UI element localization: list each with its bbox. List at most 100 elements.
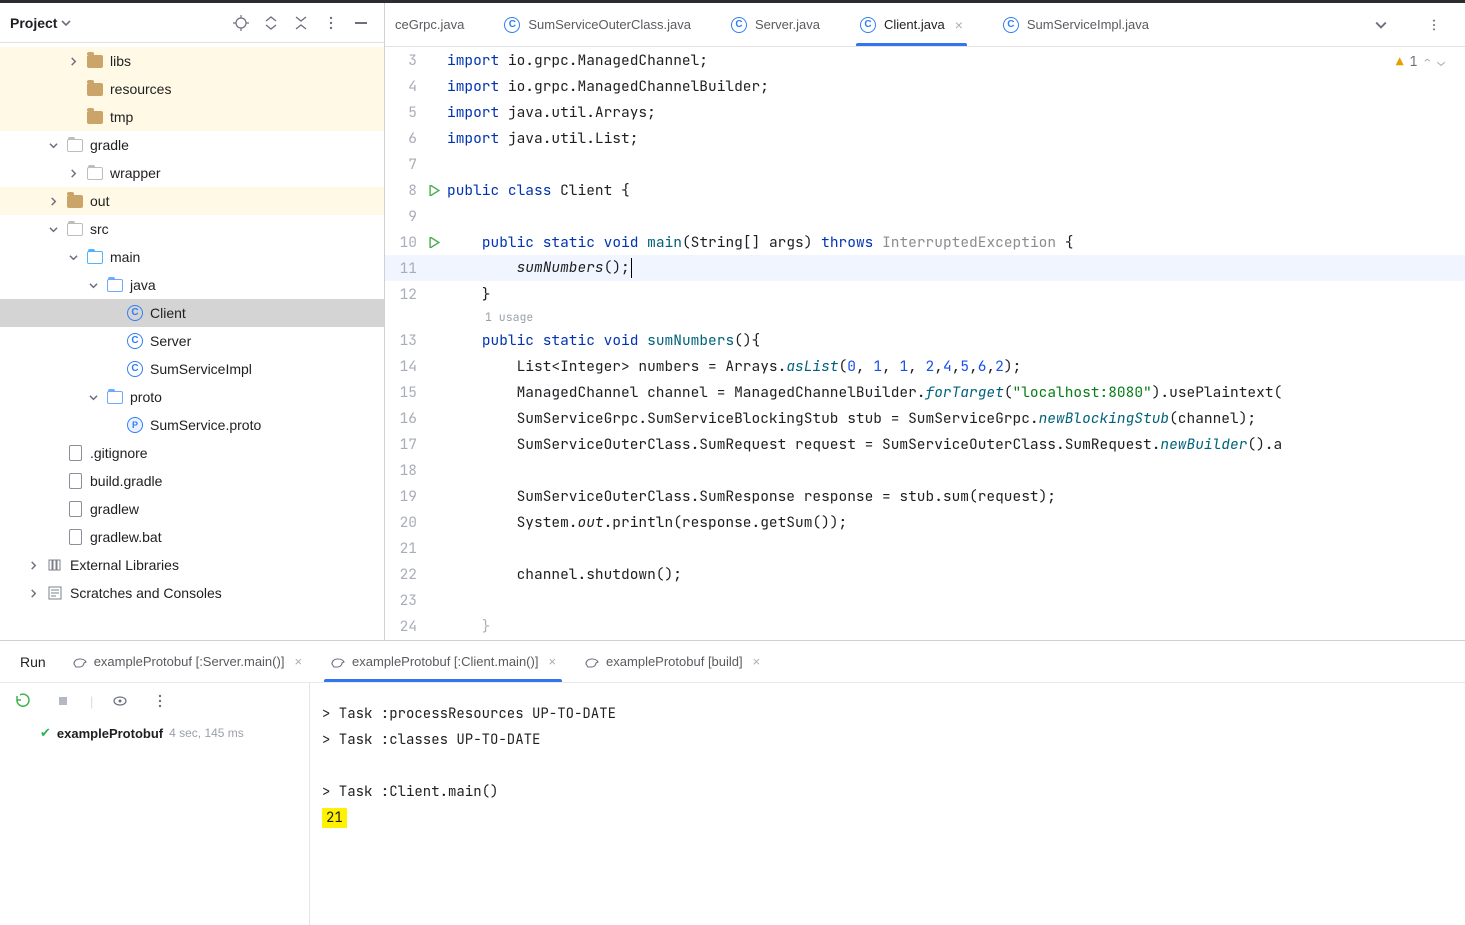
code-line[interactable]: 24 }: [385, 613, 1465, 639]
tree-chevron-icon[interactable]: [66, 253, 80, 262]
expand-all-icon[interactable]: [258, 10, 284, 36]
locate-icon[interactable]: [228, 10, 254, 36]
code-line[interactable]: 23: [385, 587, 1465, 613]
tree-node-label: src: [90, 221, 109, 237]
tree-node-icon: [86, 251, 104, 264]
run-status: ✔ exampleProtobuf 4 sec, 145 ms: [0, 719, 309, 741]
code-line[interactable]: 5import java.util.Arrays;: [385, 99, 1465, 125]
tree-row[interactable]: CSumServiceImpl: [0, 355, 384, 383]
code-text: import io.grpc.ManagedChannel;: [445, 51, 708, 70]
editor-tab[interactable]: CClient.java×: [840, 3, 983, 46]
line-number: 10: [385, 233, 423, 252]
stop-icon[interactable]: [50, 688, 76, 714]
collapse-all-icon[interactable]: [288, 10, 314, 36]
close-icon[interactable]: ×: [955, 17, 963, 33]
editor-tab[interactable]: ceGrpc.java: [389, 3, 484, 46]
show-icon[interactable]: [107, 688, 133, 714]
run-output[interactable]: > Task :processResources UP-TO-DATE > Ta…: [310, 683, 1465, 925]
code-line[interactable]: 15 ManagedChannel channel = ManagedChann…: [385, 379, 1465, 405]
line-number: 17: [385, 435, 423, 454]
code-line[interactable]: 14 List<Integer> numbers = Arrays.asList…: [385, 353, 1465, 379]
code-line[interactable]: 16 SumServiceGrpc.SumServiceBlockingStub…: [385, 405, 1465, 431]
code-line[interactable]: 22 channel.shutdown();: [385, 561, 1465, 587]
tree-row[interactable]: PSumService.proto: [0, 411, 384, 439]
tree-node-label: proto: [130, 389, 162, 405]
code-line[interactable]: 10 public static void main(String[] args…: [385, 229, 1465, 255]
project-pane-title[interactable]: Project: [10, 15, 71, 31]
tree-chevron-icon[interactable]: [46, 141, 60, 150]
code-line[interactable]: 3import io.grpc.ManagedChannel;: [385, 47, 1465, 73]
tree-node-icon: C: [126, 305, 144, 321]
run-tab[interactable]: exampleProtobuf [:Server.main()]×: [58, 641, 316, 682]
hide-panel-icon[interactable]: [348, 10, 374, 36]
run-tab[interactable]: exampleProtobuf [:Client.main()]×: [316, 641, 570, 682]
tree-row[interactable]: tmp: [0, 103, 384, 131]
tree-row[interactable]: libs: [0, 47, 384, 75]
code-line[interactable]: 19 SumServiceOuterClass.SumResponse resp…: [385, 483, 1465, 509]
close-icon[interactable]: ×: [548, 654, 556, 669]
code-line[interactable]: 7: [385, 151, 1465, 177]
tree-chevron-icon[interactable]: [46, 197, 60, 206]
tree-node-label: resources: [110, 81, 171, 97]
gutter-run-icon[interactable]: [423, 185, 445, 196]
code-text: import java.util.Arrays;: [445, 103, 656, 122]
tree-row[interactable]: out: [0, 187, 384, 215]
tree-node-icon: C: [126, 361, 144, 377]
project-tree[interactable]: libs resources tmpgradlewrapperout src mainj…: [0, 43, 384, 640]
code-line[interactable]: 18: [385, 457, 1465, 483]
tree-row[interactable]: main: [0, 243, 384, 271]
tree-row[interactable]: gradle: [0, 131, 384, 159]
tabs-overflow[interactable]: [1355, 3, 1407, 46]
tree-row[interactable]: proto: [0, 383, 384, 411]
line-number: 9: [385, 207, 423, 226]
tree-chevron-icon[interactable]: [26, 561, 40, 570]
tree-row[interactable]: CServer: [0, 327, 384, 355]
tree-row[interactable]: java: [0, 271, 384, 299]
problems-badge[interactable]: ▲ 1 ⌃ ⌄: [1396, 53, 1445, 70]
tree-row[interactable]: CClient: [0, 299, 384, 327]
tree-chevron-icon[interactable]: [66, 169, 80, 178]
tree-row[interactable]: .gitignore: [0, 439, 384, 467]
code-line[interactable]: 21: [385, 535, 1465, 561]
gutter-run-icon[interactable]: [423, 237, 445, 248]
code-line[interactable]: 12 }: [385, 281, 1465, 307]
tree-row[interactable]: build.gradle: [0, 467, 384, 495]
close-icon[interactable]: ×: [753, 654, 761, 669]
tree-row[interactable]: gradlew.bat: [0, 523, 384, 551]
editor-tab[interactable]: CServer.java: [711, 3, 840, 46]
tree-chevron-icon[interactable]: [86, 281, 100, 290]
code-line[interactable]: 13 public static void sumNumbers(){: [385, 327, 1465, 353]
code-line[interactable]: 17 SumServiceOuterClass.SumRequest reque…: [385, 431, 1465, 457]
rerun-icon[interactable]: [10, 688, 36, 714]
tree-row[interactable]: Scratches and Consoles: [0, 579, 384, 607]
editor-tab[interactable]: CSumServiceImpl.java: [983, 3, 1169, 46]
editor-tab[interactable]: CSumServiceOuterClass.java: [484, 3, 711, 46]
run-tab-label: exampleProtobuf [build]: [606, 654, 743, 669]
tree-chevron-icon[interactable]: [66, 57, 80, 66]
close-icon[interactable]: ×: [294, 654, 302, 669]
tree-chevron-icon[interactable]: [86, 393, 100, 402]
tree-row[interactable]: src: [0, 215, 384, 243]
run-tab[interactable]: exampleProtobuf [build] ×: [570, 641, 774, 682]
code-line[interactable]: 8public class Client {: [385, 177, 1465, 203]
tabs-more[interactable]: [1407, 3, 1461, 46]
more-run-icon[interactable]: [147, 688, 173, 714]
tree-chevron-icon[interactable]: [26, 589, 40, 598]
code-line[interactable]: 11 sumNumbers();: [385, 255, 1465, 281]
tree-chevron-icon[interactable]: [46, 225, 60, 234]
code-line[interactable]: 4import io.grpc.ManagedChannelBuilder;: [385, 73, 1465, 99]
class-icon: C: [504, 17, 520, 33]
code-text: sumNumbers();: [445, 258, 632, 278]
tree-row[interactable]: resources: [0, 75, 384, 103]
gradle-icon: [72, 654, 88, 670]
more-icon[interactable]: [318, 10, 344, 36]
code-line[interactable]: 9: [385, 203, 1465, 229]
tree-row[interactable]: External Libraries: [0, 551, 384, 579]
editor[interactable]: ▲ 1 ⌃ ⌄ 3import io.grpc.ManagedChannel;4…: [385, 47, 1465, 640]
tree-row[interactable]: wrapper: [0, 159, 384, 187]
tree-node-icon: [86, 111, 104, 124]
code-text: SumServiceOuterClass.SumResponse respons…: [445, 487, 1056, 506]
tree-row[interactable]: gradlew: [0, 495, 384, 523]
code-line[interactable]: 6import java.util.List;: [385, 125, 1465, 151]
code-line[interactable]: 20 System.out.println(response.getSum())…: [385, 509, 1465, 535]
